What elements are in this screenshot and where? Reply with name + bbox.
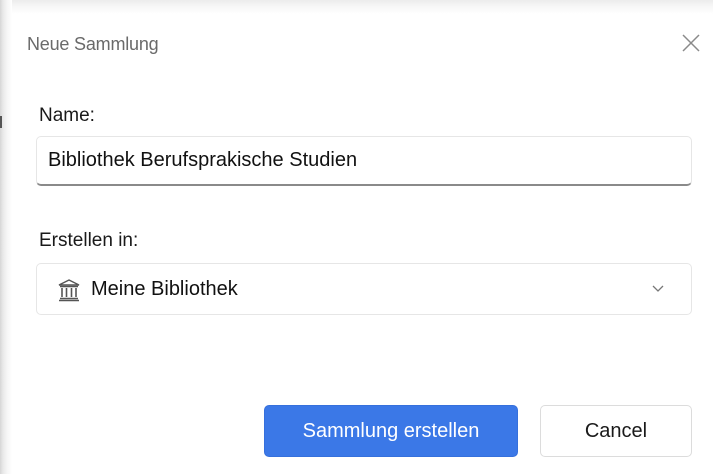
- dialog-title: Neue Sammlung: [27, 34, 159, 54]
- create-in-select[interactable]: Meine Bibliothek: [36, 263, 692, 315]
- cancel-button[interactable]: Cancel: [540, 405, 692, 457]
- name-label: Name:: [39, 105, 95, 126]
- screen: Neue Sammlung Name: Erstellen in: Meine …: [0, 0, 713, 474]
- create-collection-button[interactable]: Sammlung erstellen: [264, 405, 518, 457]
- create-in-label: Erstellen in:: [39, 230, 139, 251]
- close-button[interactable]: [680, 32, 702, 54]
- background-window-mark: [0, 116, 2, 128]
- close-icon: [682, 34, 700, 52]
- new-collection-dialog: Neue Sammlung Name: Erstellen in: Meine …: [12, 14, 713, 474]
- background-window-edge-left: [0, 0, 12, 474]
- create-in-value: Meine Bibliothek: [91, 278, 238, 300]
- library-icon: [58, 279, 80, 302]
- chevron-down-icon: [652, 285, 664, 292]
- collection-name-input[interactable]: [36, 136, 692, 186]
- background-window-edge-top: [0, 0, 713, 14]
